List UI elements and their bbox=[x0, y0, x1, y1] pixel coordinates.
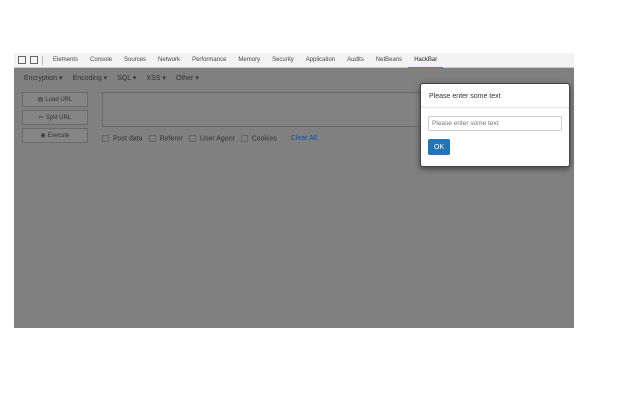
tab-performance[interactable]: Performance bbox=[186, 53, 232, 67]
clear-all-link[interactable]: Clear All bbox=[291, 135, 317, 142]
referer-checkbox[interactable]: Referer bbox=[148, 135, 183, 142]
menu-encoding[interactable]: Encoding ▾ bbox=[73, 74, 108, 82]
load-url-button[interactable]: ▤ Load URL bbox=[22, 92, 88, 107]
ok-button[interactable]: OK bbox=[428, 139, 450, 155]
menu-other[interactable]: Other ▾ bbox=[176, 74, 199, 82]
play-icon: ◉ bbox=[40, 133, 46, 139]
split-url-label: Split URL bbox=[45, 114, 72, 121]
inspect-icon[interactable] bbox=[18, 56, 26, 64]
tab-console[interactable]: Console bbox=[84, 53, 118, 67]
tab-netbeans[interactable]: NetBeans bbox=[370, 53, 408, 67]
tab-sources[interactable]: Sources bbox=[118, 53, 152, 67]
user-agent-checkbox[interactable]: User Agent bbox=[188, 135, 235, 142]
url-textarea[interactable] bbox=[102, 92, 424, 127]
split-url-button[interactable]: ✂ Split URL bbox=[22, 110, 88, 125]
tab-security[interactable]: Security bbox=[266, 53, 300, 67]
load-url-label: Load URL bbox=[45, 96, 73, 103]
prompt-dialog: Please enter some text OK bbox=[420, 83, 570, 167]
devtools-tabbar: Elements Console Sources Network Perform… bbox=[14, 53, 574, 68]
menu-xss[interactable]: XSS ▾ bbox=[146, 74, 165, 82]
dialog-title: Please enter some text bbox=[421, 84, 569, 108]
cookies-checkbox[interactable]: Cookies bbox=[240, 135, 277, 142]
tab-memory[interactable]: Memory bbox=[232, 53, 266, 67]
tab-hackbar[interactable]: HackBar bbox=[408, 53, 444, 68]
menu-sql[interactable]: SQL ▾ bbox=[117, 74, 136, 82]
load-icon: ▤ bbox=[37, 97, 44, 103]
divider bbox=[42, 55, 43, 65]
tab-audits[interactable]: Audits bbox=[341, 53, 370, 67]
split-icon: ✂ bbox=[38, 115, 44, 121]
execute-label: Execute bbox=[47, 132, 70, 139]
post-data-checkbox[interactable]: Post data bbox=[102, 135, 143, 142]
tab-network[interactable]: Network bbox=[152, 53, 186, 67]
execute-button[interactable]: ◉ Execute bbox=[22, 128, 88, 143]
options-row: Post data Referer User Agent Cookies Cle… bbox=[102, 135, 317, 142]
menu-encryption[interactable]: Encryption ▾ bbox=[24, 74, 63, 82]
tab-elements[interactable]: Elements bbox=[47, 53, 84, 67]
text-input[interactable] bbox=[428, 116, 562, 131]
device-toolbar-icon[interactable] bbox=[30, 56, 38, 64]
tab-application[interactable]: Application bbox=[300, 53, 341, 67]
